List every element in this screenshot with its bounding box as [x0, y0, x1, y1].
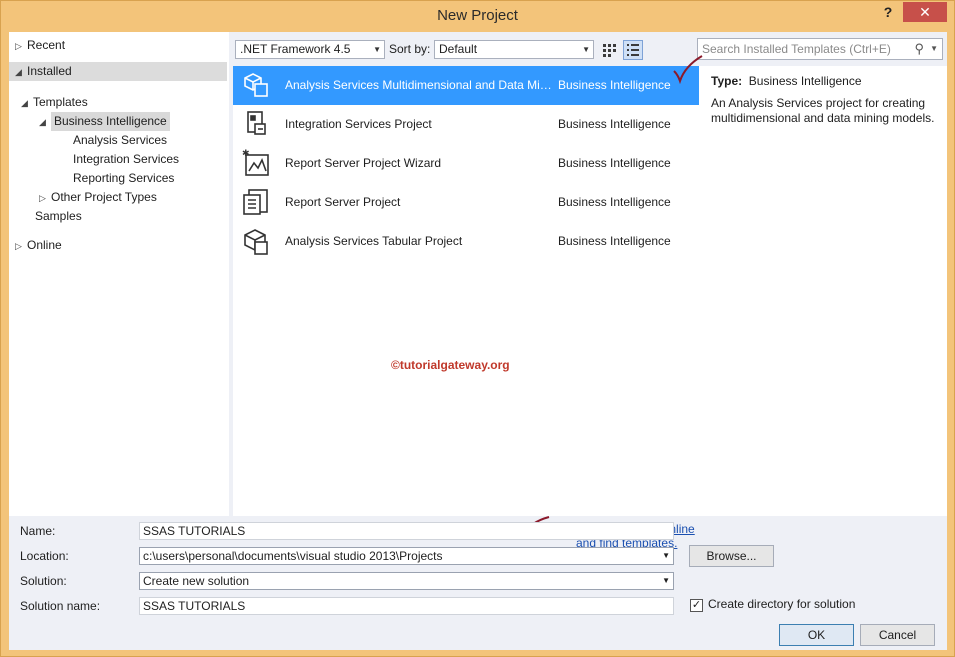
tree-item-other-project-types[interactable]: ▷Other Project Types: [39, 188, 157, 207]
search-templates-input[interactable]: Search Installed Templates (Ctrl+E) ⚲ ▼: [697, 38, 943, 60]
expand-arrow-icon[interactable]: ▷: [15, 237, 27, 256]
type-row: Type: Business Intelligence: [711, 74, 862, 88]
integration-services-icon: [241, 109, 271, 139]
sort-label: Sort by:: [389, 42, 430, 56]
project-category: Business Intelligence: [558, 117, 671, 131]
project-category: Business Intelligence: [558, 195, 671, 209]
close-button[interactable]: ✕: [903, 2, 947, 22]
collapse-arrow-icon[interactable]: ◢: [39, 113, 51, 132]
project-name: Report Server Project Wizard: [285, 156, 555, 170]
location-label: Location:: [20, 549, 69, 563]
project-item[interactable]: Report Server Project Business Intellige…: [233, 183, 699, 222]
name-label: Name:: [20, 524, 55, 538]
project-category: Business Intelligence: [558, 234, 671, 248]
tree-item-online[interactable]: ▷Online: [15, 236, 62, 255]
type-value: Business Intelligence: [749, 74, 862, 88]
project-item[interactable]: Integration Services Project Business In…: [233, 105, 699, 144]
project-name: Report Server Project: [285, 195, 555, 209]
tree-label: Online: [27, 238, 62, 252]
search-icon[interactable]: ⚲: [914, 39, 924, 59]
tree-label: Recent: [27, 38, 65, 52]
small-icons-view-button[interactable]: [599, 40, 619, 60]
type-label: Type:: [711, 74, 742, 88]
project-category: Business Intelligence: [558, 78, 671, 92]
tree-item-reporting-services[interactable]: Reporting Services: [73, 169, 174, 188]
location-input[interactable]: c:\users\personal\documents\visual studi…: [139, 547, 674, 565]
grid-icon: [600, 41, 618, 59]
help-button[interactable]: ?: [877, 4, 899, 24]
expand-arrow-icon[interactable]: ▷: [15, 37, 27, 56]
dialog-body: ▷Recent ◢Installed ◢Templates ◢Business …: [9, 32, 947, 650]
analysis-multidim-icon: [241, 70, 271, 100]
project-name: Analysis Services Multidimensional and D…: [285, 78, 555, 92]
solution-name-input[interactable]: SSAS TUTORIALS: [139, 597, 674, 615]
sort-value: Default: [439, 42, 477, 56]
checkmark-icon: ✓: [692, 599, 701, 611]
framework-select[interactable]: .NET Framework 4.5 ▼: [235, 40, 385, 59]
template-description: An Analysis Services project for creatin…: [711, 96, 937, 126]
solution-label: Solution:: [20, 574, 67, 588]
tree-item-integration-services[interactable]: Integration Services: [73, 150, 179, 169]
tree-item-analysis-services[interactable]: Analysis Services: [73, 131, 167, 150]
project-item[interactable]: Analysis Services Multidimensional and D…: [233, 66, 699, 105]
watermark-text: ©tutorialgateway.org: [391, 358, 510, 372]
collapse-arrow-icon[interactable]: ◢: [21, 94, 33, 113]
tree-label: Templates: [33, 95, 88, 109]
analysis-tabular-icon: [241, 226, 271, 256]
create-directory-label: Create directory for solution: [708, 597, 855, 611]
solution-name-label: Solution name:: [20, 599, 100, 613]
chevron-down-icon[interactable]: ▼: [662, 573, 670, 589]
title-bar: New Project ? ✕: [1, 1, 954, 32]
new-project-dialog: New Project ? ✕ ▷Recent ◢Installed ◢Temp…: [0, 0, 955, 657]
chevron-down-icon[interactable]: ▼: [930, 39, 938, 59]
tree-item-recent[interactable]: ▷Recent: [15, 36, 215, 55]
dialog-title: New Project: [1, 7, 954, 24]
sort-select[interactable]: Default ▼: [434, 40, 594, 59]
report-server-icon: [241, 187, 271, 217]
cancel-button[interactable]: Cancel: [860, 624, 935, 646]
solution-value: Create new solution: [143, 574, 249, 588]
chevron-down-icon: ▼: [373, 41, 381, 58]
list-icon: [624, 41, 642, 59]
expand-arrow-icon[interactable]: ▷: [39, 189, 51, 208]
project-category: Business Intelligence: [558, 156, 671, 170]
project-name: Integration Services Project: [285, 117, 555, 131]
tree-item-samples[interactable]: Samples: [35, 207, 82, 226]
checkmark-annotation-icon: [671, 54, 705, 84]
tree-label: Installed: [27, 64, 72, 78]
project-name: Analysis Services Tabular Project: [285, 234, 555, 248]
search-placeholder: Search Installed Templates (Ctrl+E): [702, 42, 891, 56]
solution-select[interactable]: Create new solution ▼: [139, 572, 674, 590]
report-wizard-icon: ✱: [241, 148, 271, 178]
create-directory-checkbox[interactable]: ✓: [690, 599, 703, 612]
location-value: c:\users\personal\documents\visual studi…: [143, 549, 443, 563]
tree-label: Other Project Types: [51, 190, 157, 204]
ok-button[interactable]: OK: [779, 624, 854, 646]
tree-item-business-intelligence[interactable]: ◢Business Intelligence: [39, 112, 170, 131]
template-details: Type: Business Intelligence An Analysis …: [699, 66, 947, 516]
chevron-down-icon: ▼: [582, 41, 590, 58]
name-input[interactable]: SSAS TUTORIALS: [139, 522, 674, 540]
browse-button[interactable]: Browse...: [689, 545, 774, 567]
template-toolbar: .NET Framework 4.5 ▼ Sort by: Default ▼: [233, 32, 699, 66]
framework-value: .NET Framework 4.5: [240, 42, 350, 56]
svg-text:✱: ✱: [242, 148, 250, 158]
tree-item-templates[interactable]: ◢Templates: [21, 93, 88, 112]
collapse-arrow-icon[interactable]: ◢: [15, 63, 27, 82]
project-item[interactable]: ✱ Report Server Project Wizard Business …: [233, 144, 699, 183]
project-item[interactable]: Analysis Services Tabular Project Busine…: [233, 222, 699, 261]
list-view-button[interactable]: [623, 40, 643, 60]
tree-item-installed[interactable]: ◢Installed: [9, 62, 227, 81]
tree-label: Business Intelligence: [51, 112, 170, 131]
project-template-list: Analysis Services Multidimensional and D…: [233, 66, 699, 516]
chevron-down-icon[interactable]: ▼: [662, 548, 670, 564]
template-tree: ▷Recent ◢Installed ◢Templates ◢Business …: [9, 32, 229, 516]
